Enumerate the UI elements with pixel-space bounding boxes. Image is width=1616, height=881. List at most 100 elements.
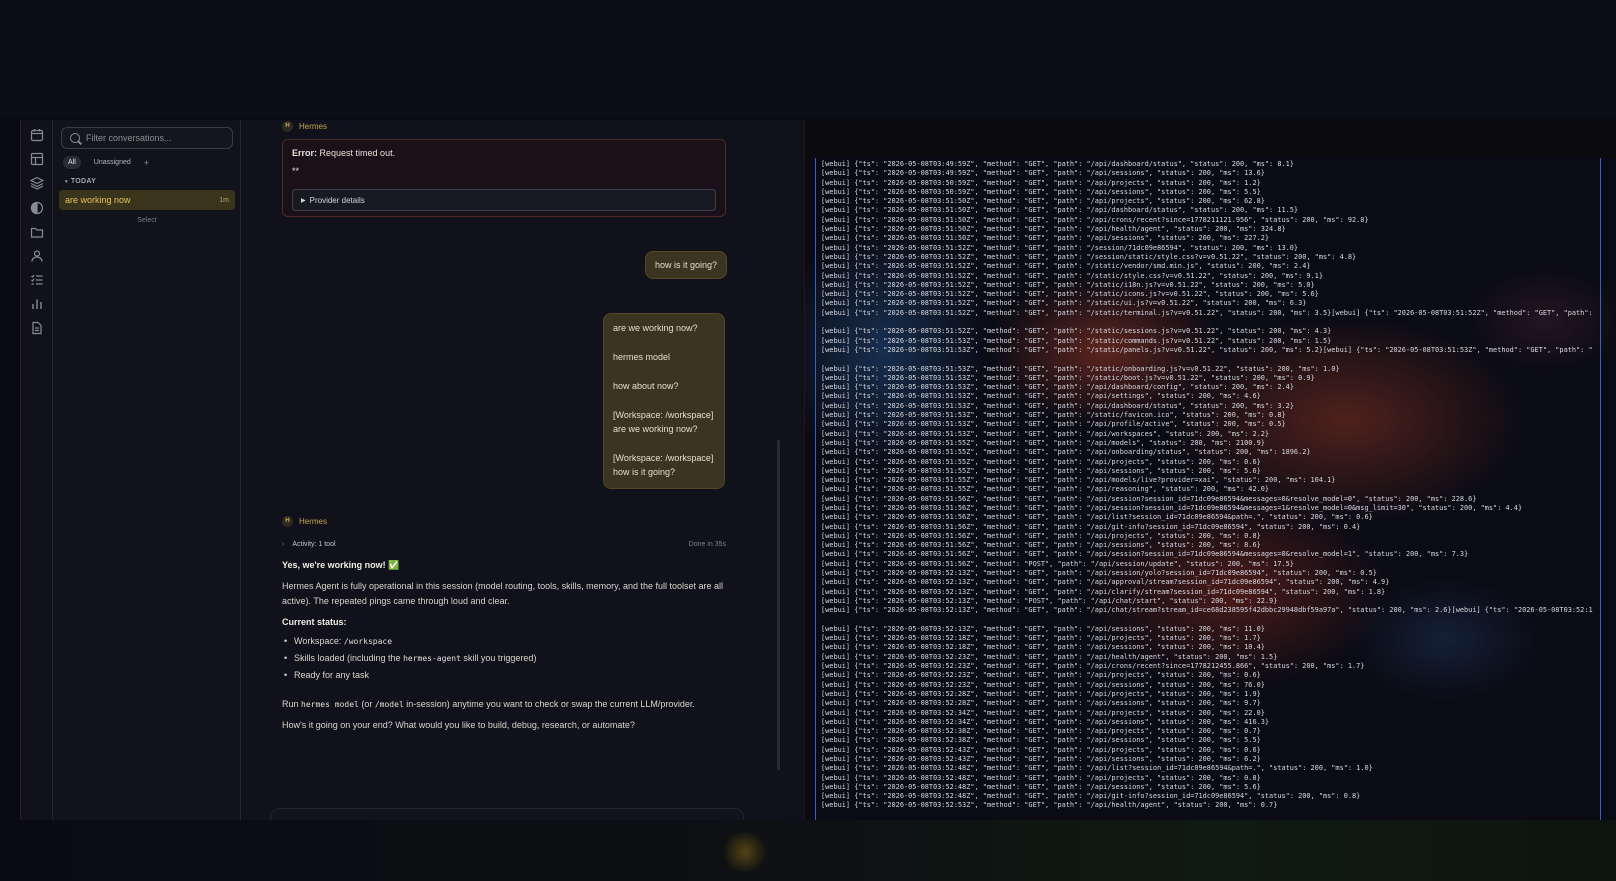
inline-code: /workspace (343, 637, 393, 646)
log-line: [webui] {"ts": "2026-05-08T03:51:52Z", "… (821, 252, 1357, 261)
log-line: [webui] {"ts": "2026-05-08T03:52:34Z", "… (821, 708, 1265, 717)
chat-thread: H Hermes Error: Request timed out. ** ▶ … (241, 120, 785, 820)
log-line: [webui] {"ts": "2026-05-08T03:51:56Z", "… (821, 550, 1469, 559)
inline-code: hermes model (301, 700, 359, 709)
log-line: [webui] {"ts": "2026-05-08T03:52:43Z", "… (821, 745, 1261, 754)
log-line: [webui] {"ts": "2026-05-08T03:51:55Z", "… (821, 466, 1261, 475)
log-line: [webui] {"ts": "2026-05-08T03:51:53Z", "… (821, 392, 1261, 401)
search-icon (70, 133, 80, 143)
folder-icon[interactable] (30, 225, 44, 239)
log-line: [webui] {"ts": "2026-05-08T03:52:53Z", "… (821, 801, 1278, 810)
add-chip-button[interactable]: + (144, 158, 149, 168)
calendar-icon[interactable] (30, 128, 44, 142)
layers-icon[interactable] (30, 176, 44, 190)
log-line: [webui] {"ts": "2026-05-08T03:51:56Z", "… (821, 503, 1523, 512)
agent-name: Hermes (299, 517, 328, 526)
caret-icon: ▾ (65, 179, 68, 185)
chip-unassigned[interactable]: Unassigned (89, 156, 136, 169)
log-line: [webui] {"ts": "2026-05-08T03:51:50Z", "… (821, 206, 1299, 215)
log-line: [webui] {"ts": "2026-05-08T03:51:53Z", "… (821, 429, 1270, 438)
tasks-icon[interactable] (30, 273, 44, 287)
log-line: [webui] {"ts": "2026-05-08T03:51:53Z", "… (821, 373, 1315, 382)
log-line: [webui] {"ts": "2026-05-08T03:51:50Z", "… (821, 234, 1270, 243)
user-message-bubble: how is it going? (645, 251, 728, 279)
log-line: [webui] {"ts": "2026-05-08T03:50:59Z", "… (821, 187, 1261, 196)
user-message-text: how is it going? (655, 260, 718, 270)
user-message-line: are we working now? (613, 323, 698, 333)
run-text: Run (282, 699, 299, 709)
top-dark-band (0, 0, 1616, 118)
agent-avatar: H (282, 516, 293, 527)
dock-glow (720, 832, 770, 872)
icon-rail (21, 120, 53, 820)
status-item-text: skill you triggered) (463, 653, 537, 663)
answer-heading: Yes, we're working now! ✅ (282, 560, 400, 570)
error-message: Request timed out. (319, 148, 396, 158)
log-line: [webui] {"ts": "2026-05-08T03:51:53Z", "… (821, 411, 1286, 420)
filter-conversations-field[interactable] (61, 127, 233, 149)
activity-left: › Activity: 1 tool (282, 541, 336, 548)
log-line: [webui] {"ts": "2026-05-08T03:52:23Z", "… (821, 671, 1261, 680)
chevron-right-icon: › (282, 540, 285, 548)
log-line: [webui] {"ts": "2026-05-08T03:51:53Z", "… (821, 383, 1294, 392)
user-message-line: [Workspace: /workspace] (613, 453, 714, 463)
agent-header: H Hermes (282, 121, 327, 132)
log-line: [webui] {"ts": "2026-05-08T03:51:52Z", "… (821, 280, 1315, 289)
agent-avatar: H (282, 121, 293, 132)
log-line: [webui] {"ts": "2026-05-08T03:51:53Z", "… (821, 364, 1340, 373)
select-button[interactable]: Select (53, 217, 241, 224)
error-line: Error: Request timed out. (292, 148, 716, 158)
status-item-text: Skills loaded (including the (294, 653, 401, 663)
log-line: [webui] {"ts": "2026-05-08T03:52:13Z", "… (821, 587, 1386, 596)
contrast-icon[interactable] (30, 201, 44, 215)
terminal-log-output[interactable]: [webui] {"ts": "2026-05-08T03:49:59Z", "… (821, 160, 1593, 820)
log-line: [webui] {"ts": "2026-05-08T03:52:13Z", "… (821, 569, 1377, 578)
log-line: [webui] {"ts": "2026-05-08T03:52:13Z", "… (821, 596, 1278, 605)
log-line: [webui] {"ts": "2026-05-08T03:51:50Z", "… (821, 197, 1265, 206)
user-message-bubble: are we working now? hermes model how abo… (603, 313, 725, 489)
document-icon[interactable] (30, 321, 44, 335)
log-line: [webui] {"ts": "2026-05-08T03:52:13Z", "… (821, 606, 1593, 615)
log-line: [webui] {"ts": "2026-05-08T03:51:52Z", "… (821, 327, 1332, 336)
log-line: [webui] {"ts": "2026-05-08T03:50:59Z", "… (821, 178, 1261, 187)
answer-paragraph: Hermes Agent is fully operational in thi… (282, 581, 724, 606)
chat-scrollbar[interactable] (777, 440, 780, 770)
log-line: [webui] {"ts": "2026-05-08T03:52:23Z", "… (821, 652, 1278, 661)
user-message-line: how is it going? (613, 467, 676, 477)
chip-all[interactable]: All (63, 156, 81, 169)
terminal-panel: [webui] {"ts": "2026-05-08T03:49:59Z", "… (804, 120, 1616, 820)
error-extra: ** (292, 166, 300, 176)
user-message-block: [Workspace: /workspace] are we working no… (613, 408, 715, 436)
conversation-title: are working now (65, 195, 131, 205)
filter-conversations-input[interactable] (86, 133, 226, 143)
user-message-block: [Workspace: /workspace] how is it going? (613, 451, 715, 479)
status-item: Workspace: /workspace (282, 634, 732, 649)
log-line: [webui] {"ts": "2026-05-08T03:52:23Z", "… (821, 680, 1265, 689)
status-item: Skills loaded (including the hermes-agen… (282, 651, 732, 666)
conversation-sidebar: All Unassigned + ▾TODAY are working now … (53, 120, 241, 820)
status-heading: Current status: (282, 617, 347, 627)
bar-chart-icon[interactable] (30, 297, 44, 311)
conversation-item[interactable]: are working now 1m (59, 190, 235, 210)
run-text: in-session) anytime you want to check or… (406, 699, 695, 709)
status-list: Workspace: /workspace Skills loaded (inc… (282, 634, 732, 683)
bottom-dock-band (0, 820, 1616, 881)
provider-details-toggle[interactable]: ▶ Provider details (292, 189, 716, 211)
log-line: [webui] {"ts": "2026-05-08T03:49:59Z", "… (821, 169, 1265, 178)
user-message-line: how about now? (613, 381, 679, 391)
log-line: [webui] {"ts": "2026-05-08T03:52:13Z", "… (821, 624, 1265, 633)
log-line: [webui] {"ts": "2026-05-08T03:51:53Z", "… (821, 345, 1593, 354)
log-line: [webui] {"ts": "2026-05-08T03:51:55Z", "… (821, 448, 1311, 457)
grid-icon[interactable] (30, 152, 44, 166)
log-line: [webui] {"ts": "2026-05-08T03:51:53Z", "… (821, 401, 1294, 410)
log-line: [webui] {"ts": "2026-05-08T03:52:34Z", "… (821, 717, 1270, 726)
log-line: [webui] {"ts": "2026-05-08T03:52:38Z", "… (821, 736, 1261, 745)
activity-duration: Done in 35s (688, 540, 726, 548)
activity-row[interactable]: › Activity: 1 tool Done in 35s (282, 537, 726, 551)
log-line: [webui] {"ts": "2026-05-08T03:52:23Z", "… (821, 662, 1365, 671)
user-icon[interactable] (30, 249, 44, 263)
log-line: [webui] {"ts": "2026-05-08T03:51:56Z", "… (821, 513, 1373, 522)
chat-app-window: All Unassigned + ▾TODAY are working now … (20, 120, 804, 820)
